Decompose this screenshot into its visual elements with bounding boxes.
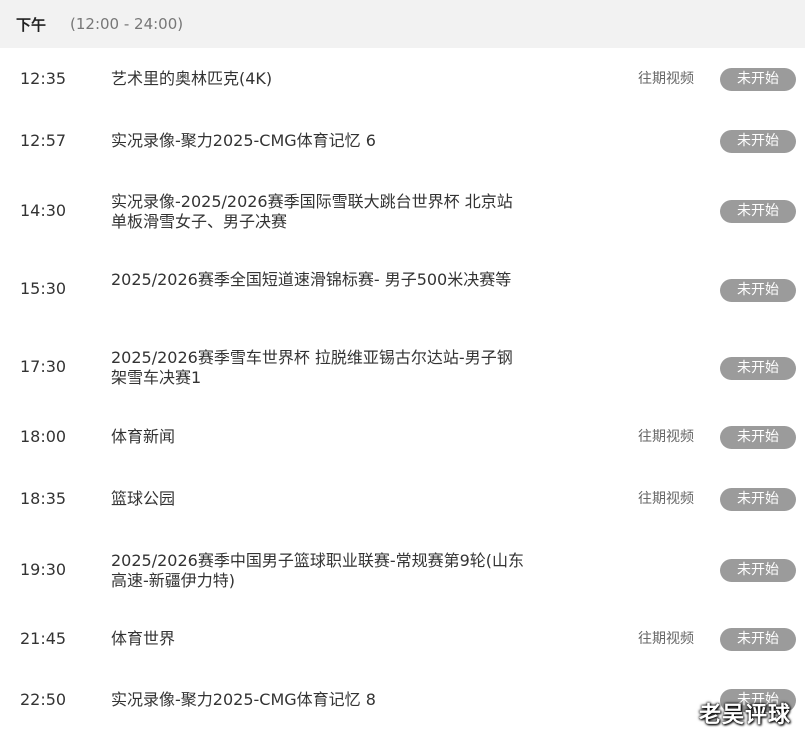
program-row: 12:35 艺术里的奥林匹克(4K) 往期视频 未开始	[0, 48, 805, 110]
status-badge: 未开始	[720, 426, 796, 449]
status-badge: 未开始	[720, 559, 796, 582]
program-time: 21:45	[20, 629, 67, 648]
replay-link[interactable]: 往期视频	[638, 427, 694, 447]
program-title[interactable]: 艺术里的奥林匹克(4K)	[111, 69, 526, 89]
watermark: 老吴评球	[698, 703, 791, 728]
program-row: 19:30 2025/2026赛季中国男子篮球职业联赛-常规赛第9轮(山东高速-…	[0, 530, 805, 608]
time-range: (12:00 - 24:00)	[70, 15, 184, 33]
replay-link[interactable]: 往期视频	[638, 489, 694, 509]
status-badge: 未开始	[720, 68, 796, 91]
status-badge: 未开始	[720, 488, 796, 511]
program-time: 22:50	[20, 690, 67, 709]
program-title[interactable]: 2025/2026赛季雪车世界杯 拉脱维亚锡古尔达站-男子钢架雪车决赛1	[111, 348, 526, 388]
program-time: 18:35	[20, 489, 67, 508]
status-badge: 未开始	[720, 279, 796, 302]
program-row: 18:35 篮球公园 往期视频 未开始	[0, 468, 805, 530]
program-row: 22:50 实况录像-聚力2025-CMG体育记忆 8 未开始	[0, 670, 805, 741]
program-title[interactable]: 2025/2026赛季全国短道速滑锦标赛- 男子500米决赛等	[111, 270, 526, 290]
program-row: 18:00 体育新闻 往期视频 未开始	[0, 406, 805, 468]
program-title[interactable]: 篮球公园	[111, 489, 526, 509]
status-badge: 未开始	[720, 628, 796, 651]
program-time: 12:35	[20, 69, 67, 88]
status-badge: 未开始	[720, 200, 796, 223]
replay-link[interactable]: 往期视频	[638, 629, 694, 649]
program-time: 14:30	[20, 201, 67, 220]
program-time: 17:30	[20, 357, 67, 376]
program-row: 12:57 实况录像-聚力2025-CMG体育记忆 6 未开始	[0, 110, 805, 170]
program-row: 15:30 2025/2026赛季全国短道速滑锦标赛- 男子500米决赛等 未开…	[0, 250, 805, 328]
program-title[interactable]: 实况录像-聚力2025-CMG体育记忆 6	[111, 131, 526, 151]
program-row: 17:30 2025/2026赛季雪车世界杯 拉脱维亚锡古尔达站-男子钢架雪车决…	[0, 328, 805, 406]
status-badge: 未开始	[720, 130, 796, 153]
program-title[interactable]: 体育新闻	[111, 427, 526, 447]
program-time: 12:57	[20, 131, 67, 150]
program-title[interactable]: 实况录像-聚力2025-CMG体育记忆 8	[111, 690, 526, 710]
program-time: 19:30	[20, 560, 67, 579]
section-header: 下午 (12:00 - 24:00)	[0, 0, 805, 48]
program-row: 14:30 实况录像-2025/2026赛季国际雪联大跳台世界杯 北京站 单板滑…	[0, 170, 805, 250]
program-time: 18:00	[20, 427, 67, 446]
section-title: 下午	[16, 15, 47, 34]
status-badge: 未开始	[720, 357, 796, 380]
program-time: 15:30	[20, 279, 67, 298]
program-title[interactable]: 体育世界	[111, 629, 526, 649]
program-row: 21:45 体育世界 往期视频 未开始	[0, 608, 805, 670]
program-title[interactable]: 实况录像-2025/2026赛季国际雪联大跳台世界杯 北京站 单板滑雪女子、男子…	[111, 192, 526, 232]
program-title[interactable]: 2025/2026赛季中国男子篮球职业联赛-常规赛第9轮(山东高速-新疆伊力特)	[111, 551, 526, 591]
replay-link[interactable]: 往期视频	[638, 69, 694, 89]
